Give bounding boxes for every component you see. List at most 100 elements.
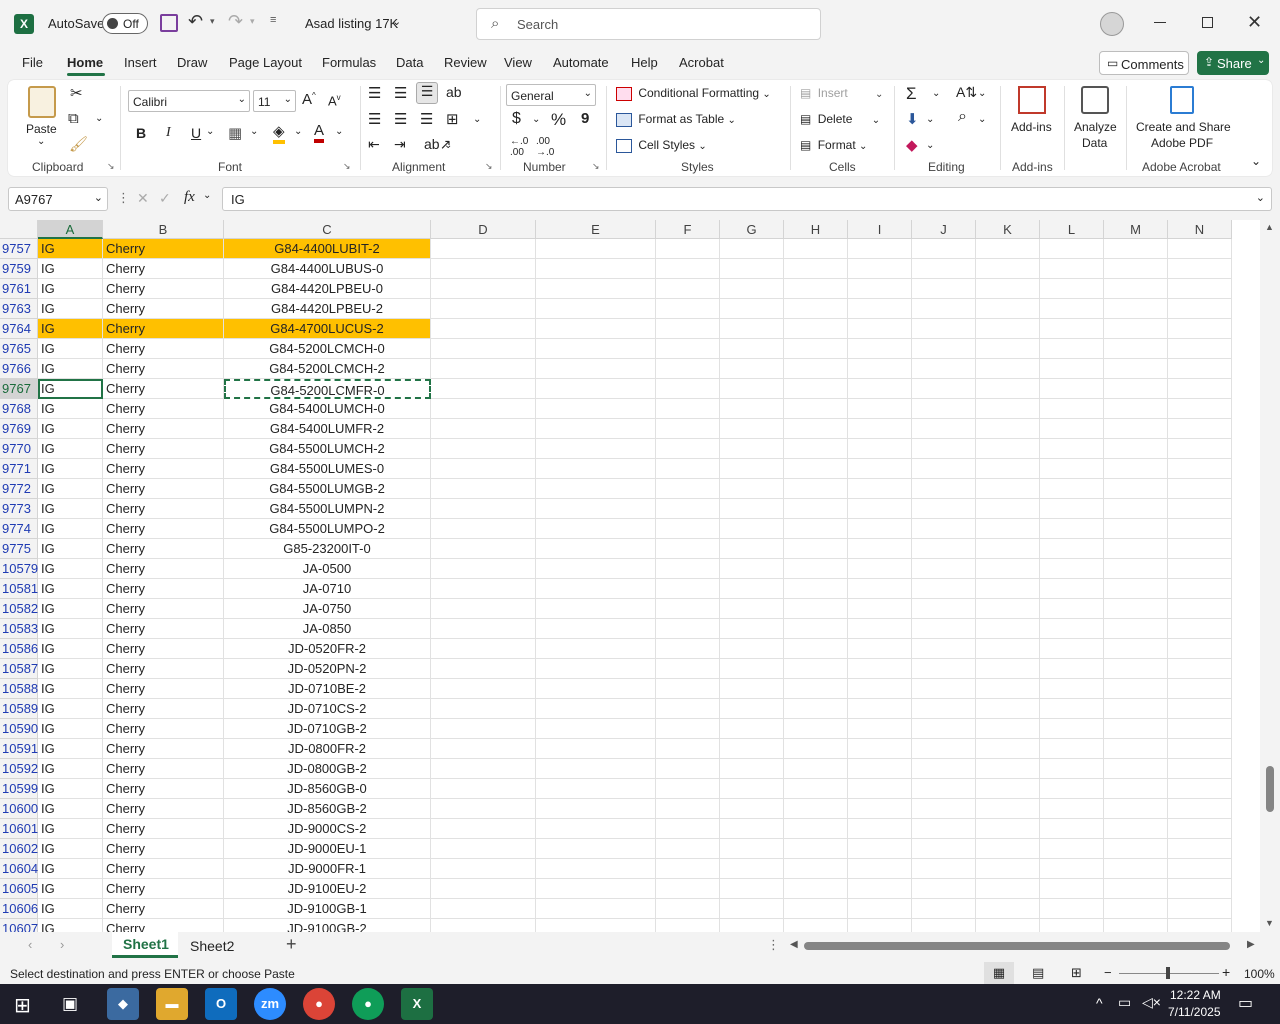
column-header-n[interactable]: N <box>1168 220 1232 239</box>
cell-c[interactable]: G84-5200LCMCH-0 <box>224 339 431 359</box>
empty-cell[interactable] <box>1040 659 1104 679</box>
empty-cell[interactable] <box>1168 899 1232 919</box>
empty-cell[interactable] <box>536 539 656 559</box>
empty-cell[interactable] <box>1168 519 1232 539</box>
empty-cell[interactable] <box>1168 659 1232 679</box>
empty-cell[interactable] <box>976 619 1040 639</box>
empty-cell[interactable] <box>656 859 720 879</box>
empty-cell[interactable] <box>431 619 536 639</box>
empty-cell[interactable] <box>1104 299 1168 319</box>
empty-cell[interactable] <box>1104 759 1168 779</box>
cell-a[interactable]: IG <box>38 399 103 419</box>
empty-cell[interactable] <box>536 279 656 299</box>
empty-cell[interactable] <box>1168 859 1232 879</box>
create-pdf-icon[interactable] <box>1170 86 1194 114</box>
empty-cell[interactable] <box>1040 279 1104 299</box>
empty-cell[interactable] <box>656 539 720 559</box>
percent-button[interactable]: % <box>551 110 566 130</box>
paste-icon[interactable] <box>28 86 56 118</box>
cell-b[interactable]: Cherry <box>103 319 224 339</box>
page-break-view-icon[interactable]: ⊞ <box>1071 965 1082 981</box>
empty-cell[interactable] <box>848 299 912 319</box>
empty-cell[interactable] <box>976 739 1040 759</box>
cell-a[interactable]: IG <box>38 499 103 519</box>
empty-cell[interactable] <box>656 619 720 639</box>
empty-cell[interactable] <box>1040 899 1104 919</box>
empty-cell[interactable] <box>431 539 536 559</box>
empty-cell[interactable] <box>784 919 848 932</box>
empty-cell[interactable] <box>720 239 784 259</box>
cell-c[interactable]: G84-4420LPBEU-0 <box>224 279 431 299</box>
increase-indent-icon[interactable]: ⇥ <box>394 136 406 153</box>
empty-cell[interactable] <box>912 539 976 559</box>
cell-a[interactable]: IG <box>38 279 103 299</box>
empty-cell[interactable] <box>848 419 912 439</box>
empty-cell[interactable] <box>976 499 1040 519</box>
empty-cell[interactable] <box>656 519 720 539</box>
file-explorer-icon[interactable]: ▬ <box>156 988 188 1020</box>
insert-cells-button[interactable]: ▤ Insert ⌄ <box>800 86 883 100</box>
empty-cell[interactable] <box>720 259 784 279</box>
empty-cell[interactable] <box>720 679 784 699</box>
empty-cell[interactable] <box>912 779 976 799</box>
tab-automate[interactable]: Automate <box>553 55 609 70</box>
column-header-d[interactable]: D <box>431 220 536 239</box>
analyze-data-label-1[interactable]: Analyze <box>1074 120 1117 134</box>
empty-cell[interactable] <box>656 439 720 459</box>
empty-cell[interactable] <box>1168 679 1232 699</box>
empty-cell[interactable] <box>1040 759 1104 779</box>
empty-cell[interactable] <box>536 779 656 799</box>
empty-cell[interactable] <box>536 459 656 479</box>
cancel-entry-icon[interactable]: ✕ <box>137 190 149 207</box>
align-center-icon[interactable]: ☰ <box>394 110 407 128</box>
cell-c[interactable]: G84-5400LUMCH-0 <box>224 399 431 419</box>
vertical-scroll-thumb[interactable] <box>1266 766 1274 812</box>
empty-cell[interactable] <box>720 639 784 659</box>
row-header[interactable]: 9771 <box>0 459 38 479</box>
cell-b[interactable]: Cherry <box>103 719 224 739</box>
empty-cell[interactable] <box>784 439 848 459</box>
empty-cell[interactable] <box>1040 799 1104 819</box>
empty-cell[interactable] <box>912 339 976 359</box>
empty-cell[interactable] <box>848 919 912 932</box>
row-header[interactable]: 10586 <box>0 639 38 659</box>
row-header[interactable]: 9763 <box>0 299 38 319</box>
empty-cell[interactable] <box>720 499 784 519</box>
empty-cell[interactable] <box>848 619 912 639</box>
empty-cell[interactable] <box>1104 719 1168 739</box>
empty-cell[interactable] <box>1104 919 1168 932</box>
align-middle-icon[interactable]: ☰ <box>394 84 407 102</box>
row-header[interactable]: 10602 <box>0 839 38 859</box>
empty-cell[interactable] <box>784 479 848 499</box>
empty-cell[interactable] <box>656 799 720 819</box>
tray-chevron-icon[interactable]: ^ <box>1096 995 1103 1011</box>
empty-cell[interactable] <box>848 259 912 279</box>
empty-cell[interactable] <box>848 539 912 559</box>
cell-c[interactable]: JA-0750 <box>224 599 431 619</box>
empty-cell[interactable] <box>1168 579 1232 599</box>
row-header[interactable]: 10583 <box>0 619 38 639</box>
font-color-chevron-icon[interactable]: ⌄ <box>335 126 343 137</box>
volume-icon[interactable]: ◁× <box>1142 994 1161 1011</box>
empty-cell[interactable] <box>784 339 848 359</box>
empty-cell[interactable] <box>1168 439 1232 459</box>
empty-cell[interactable] <box>848 479 912 499</box>
empty-cell[interactable] <box>784 239 848 259</box>
empty-cell[interactable] <box>431 299 536 319</box>
empty-cell[interactable] <box>912 619 976 639</box>
empty-cell[interactable] <box>976 899 1040 919</box>
empty-cell[interactable] <box>1040 599 1104 619</box>
empty-cell[interactable] <box>720 699 784 719</box>
cell-c[interactable]: G84-5200LCMFR-0 <box>224 379 431 399</box>
empty-cell[interactable] <box>656 579 720 599</box>
empty-cell[interactable] <box>784 679 848 699</box>
row-header[interactable]: 10589 <box>0 699 38 719</box>
empty-cell[interactable] <box>1104 739 1168 759</box>
empty-cell[interactable] <box>976 699 1040 719</box>
empty-cell[interactable] <box>1040 519 1104 539</box>
empty-cell[interactable] <box>848 759 912 779</box>
clear-chevron-icon[interactable]: ⌄ <box>926 140 934 151</box>
empty-cell[interactable] <box>976 639 1040 659</box>
empty-cell[interactable] <box>1104 639 1168 659</box>
row-header[interactable]: 10581 <box>0 579 38 599</box>
